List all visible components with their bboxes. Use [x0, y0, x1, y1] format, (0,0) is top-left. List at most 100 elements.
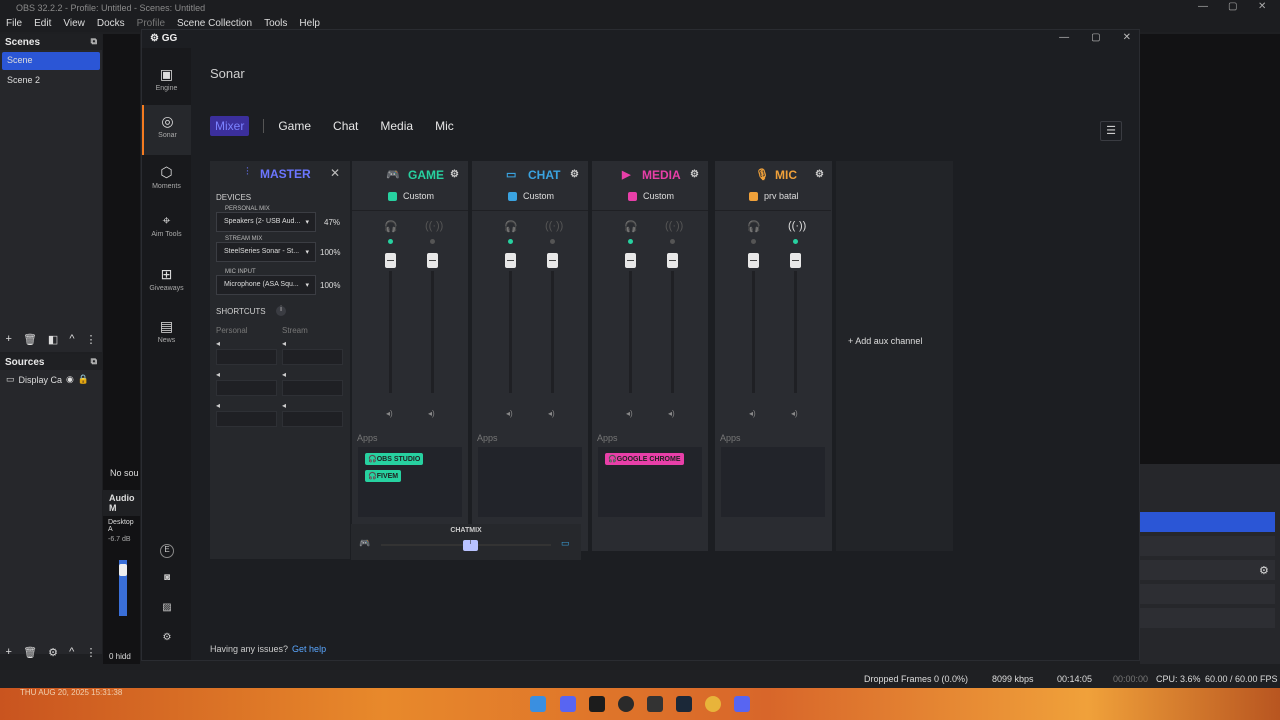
- personal-mix-pct[interactable]: 47%: [324, 218, 340, 227]
- tab-mic[interactable]: Mic: [435, 119, 454, 133]
- gear-icon[interactable]: ⚙: [1259, 564, 1269, 577]
- broadcast-icon[interactable]: ((·)): [665, 220, 683, 232]
- headphones-icon[interactable]: 🎧: [504, 220, 518, 233]
- gear-icon[interactable]: ⚙: [160, 632, 174, 646]
- eye-icon[interactable]: ◉: [66, 374, 74, 385]
- stream-mix-pct[interactable]: 100%: [320, 248, 340, 257]
- nav-sonar[interactable]: ◎ Sonar: [142, 105, 191, 155]
- list-item[interactable]: [1140, 584, 1275, 604]
- scene-item[interactable]: Scene: [2, 52, 100, 70]
- nav-engine[interactable]: ▣ Engine: [142, 58, 191, 108]
- mic-input-pct[interactable]: 100%: [320, 281, 340, 290]
- more-icon[interactable]: ⋮: [85, 646, 96, 662]
- speaker-icon[interactable]: ◂): [626, 409, 633, 418]
- channel-preset[interactable]: Custom: [352, 189, 468, 203]
- scene-item[interactable]: Scene 2: [2, 72, 100, 90]
- nav-news[interactable]: ▤ News: [142, 310, 191, 360]
- list-item[interactable]: [1140, 608, 1275, 628]
- gear-icon[interactable]: ⚙: [815, 169, 824, 180]
- nav-aim-tools[interactable]: ⌖ Aim Tools: [142, 204, 191, 254]
- discord-icon[interactable]: ◙: [160, 572, 174, 586]
- speaker-icon[interactable]: ◂): [506, 409, 513, 418]
- steam-icon[interactable]: [676, 696, 692, 712]
- chrome-icon[interactable]: [705, 696, 721, 712]
- broadcast-icon[interactable]: ((·)): [545, 220, 563, 232]
- channel-preset[interactable]: Custom: [592, 189, 708, 203]
- volume-slider[interactable]: [427, 253, 438, 268]
- shortcut-field[interactable]: [216, 349, 277, 365]
- image-icon[interactable]: ▨: [160, 602, 174, 616]
- menu-edit[interactable]: Edit: [34, 18, 51, 32]
- chatmix-slider[interactable]: I: [463, 540, 478, 551]
- list-item[interactable]: [1140, 560, 1275, 580]
- menu-icon[interactable]: ☰: [1100, 121, 1122, 141]
- nav-giveaways[interactable]: ⊞ Giveaways: [142, 258, 191, 308]
- shortcut-field[interactable]: [282, 411, 343, 427]
- shortcut-field[interactable]: [282, 380, 343, 396]
- gear-icon[interactable]: ⚙: [570, 169, 579, 180]
- more-icon[interactable]: ⋮: [85, 333, 96, 349]
- minimize-icon[interactable]: —: [1198, 1, 1208, 12]
- mic-input-select[interactable]: Microphone (ASA Squ... ▾: [216, 275, 316, 295]
- shortcut-field[interactable]: [216, 411, 277, 427]
- tab-mixer[interactable]: Mixer: [210, 116, 250, 136]
- speaker-icon[interactable]: ◂): [386, 409, 393, 418]
- add-icon[interactable]: +: [6, 333, 12, 349]
- chevron-up-icon[interactable]: ^: [69, 333, 74, 349]
- tab-media[interactable]: Media: [380, 119, 413, 133]
- speaker-icon[interactable]: ◂): [749, 409, 756, 418]
- volume-slider[interactable]: [667, 253, 678, 268]
- app-icon[interactable]: [589, 696, 605, 712]
- menu-file[interactable]: File: [6, 18, 22, 32]
- volume-slider[interactable]: [119, 564, 127, 576]
- close-icon[interactable]: ✕: [1258, 1, 1266, 12]
- close-icon[interactable]: ✕: [1123, 32, 1131, 43]
- info-icon[interactable]: i: [276, 306, 286, 316]
- volume-slider[interactable]: [505, 253, 516, 268]
- speaker-icon[interactable]: ◂): [668, 409, 675, 418]
- volume-slider[interactable]: [547, 253, 558, 268]
- volume-slider[interactable]: [748, 253, 759, 268]
- close-icon[interactable]: ✕: [330, 166, 340, 180]
- shortcut-field[interactable]: [282, 349, 343, 365]
- obs-icon[interactable]: [618, 696, 634, 712]
- speaker-icon[interactable]: ◂): [548, 409, 555, 418]
- gear-icon[interactable]: ⚙: [690, 169, 699, 180]
- maximize-icon[interactable]: ▢: [1091, 32, 1100, 43]
- tab-game[interactable]: Game: [278, 119, 311, 133]
- volume-slider[interactable]: [385, 253, 396, 268]
- headphones-off-icon[interactable]: 🎧: [747, 220, 761, 233]
- broadcast-icon[interactable]: ((·)): [425, 220, 443, 232]
- channel-preset[interactable]: prv batal: [715, 189, 831, 203]
- volume-slider[interactable]: [625, 253, 636, 268]
- shortcut-field[interactable]: [216, 380, 277, 396]
- nav-moments[interactable]: ⬡ Moments: [142, 156, 191, 206]
- speaker-icon[interactable]: ◂): [791, 409, 798, 418]
- menu-view[interactable]: View: [63, 18, 85, 32]
- app-tag[interactable]: 🎧OBS STUDIO: [365, 453, 424, 465]
- volume-slider[interactable]: [790, 253, 801, 268]
- trash-icon[interactable]: 🗑: [23, 333, 37, 349]
- channel-preset[interactable]: Custom: [472, 189, 588, 203]
- list-item[interactable]: [1140, 536, 1275, 556]
- gear-icon[interactable]: ⚙: [450, 169, 459, 180]
- discord-icon[interactable]: [734, 696, 750, 712]
- menu-docks[interactable]: Docks: [97, 18, 125, 32]
- undock-icon[interactable]: ⧉: [91, 36, 97, 47]
- filter-icon[interactable]: ◧: [48, 333, 58, 349]
- app-tag[interactable]: 🎧FIVEM: [365, 470, 402, 482]
- headphones-icon[interactable]: 🎧: [384, 220, 398, 233]
- gg-icon[interactable]: [647, 696, 663, 712]
- windows-icon[interactable]: [530, 696, 546, 712]
- lock-icon[interactable]: 🔒: [78, 374, 89, 385]
- discord-icon[interactable]: [560, 696, 576, 712]
- list-item[interactable]: [1140, 512, 1275, 532]
- source-item[interactable]: ▭ Display Ca ◉ 🔒: [0, 370, 102, 389]
- maximize-icon[interactable]: ▢: [1228, 1, 1237, 12]
- speaker-icon[interactable]: ◂): [428, 409, 435, 418]
- headphones-icon[interactable]: 🎧: [624, 220, 638, 233]
- stream-mix-select[interactable]: SteelSeries Sonar - St... ▾: [216, 242, 316, 262]
- gear-icon[interactable]: ⚙: [48, 646, 58, 662]
- add-aux-channel-button[interactable]: + Add aux channel: [848, 336, 922, 346]
- minimize-icon[interactable]: —: [1059, 32, 1069, 43]
